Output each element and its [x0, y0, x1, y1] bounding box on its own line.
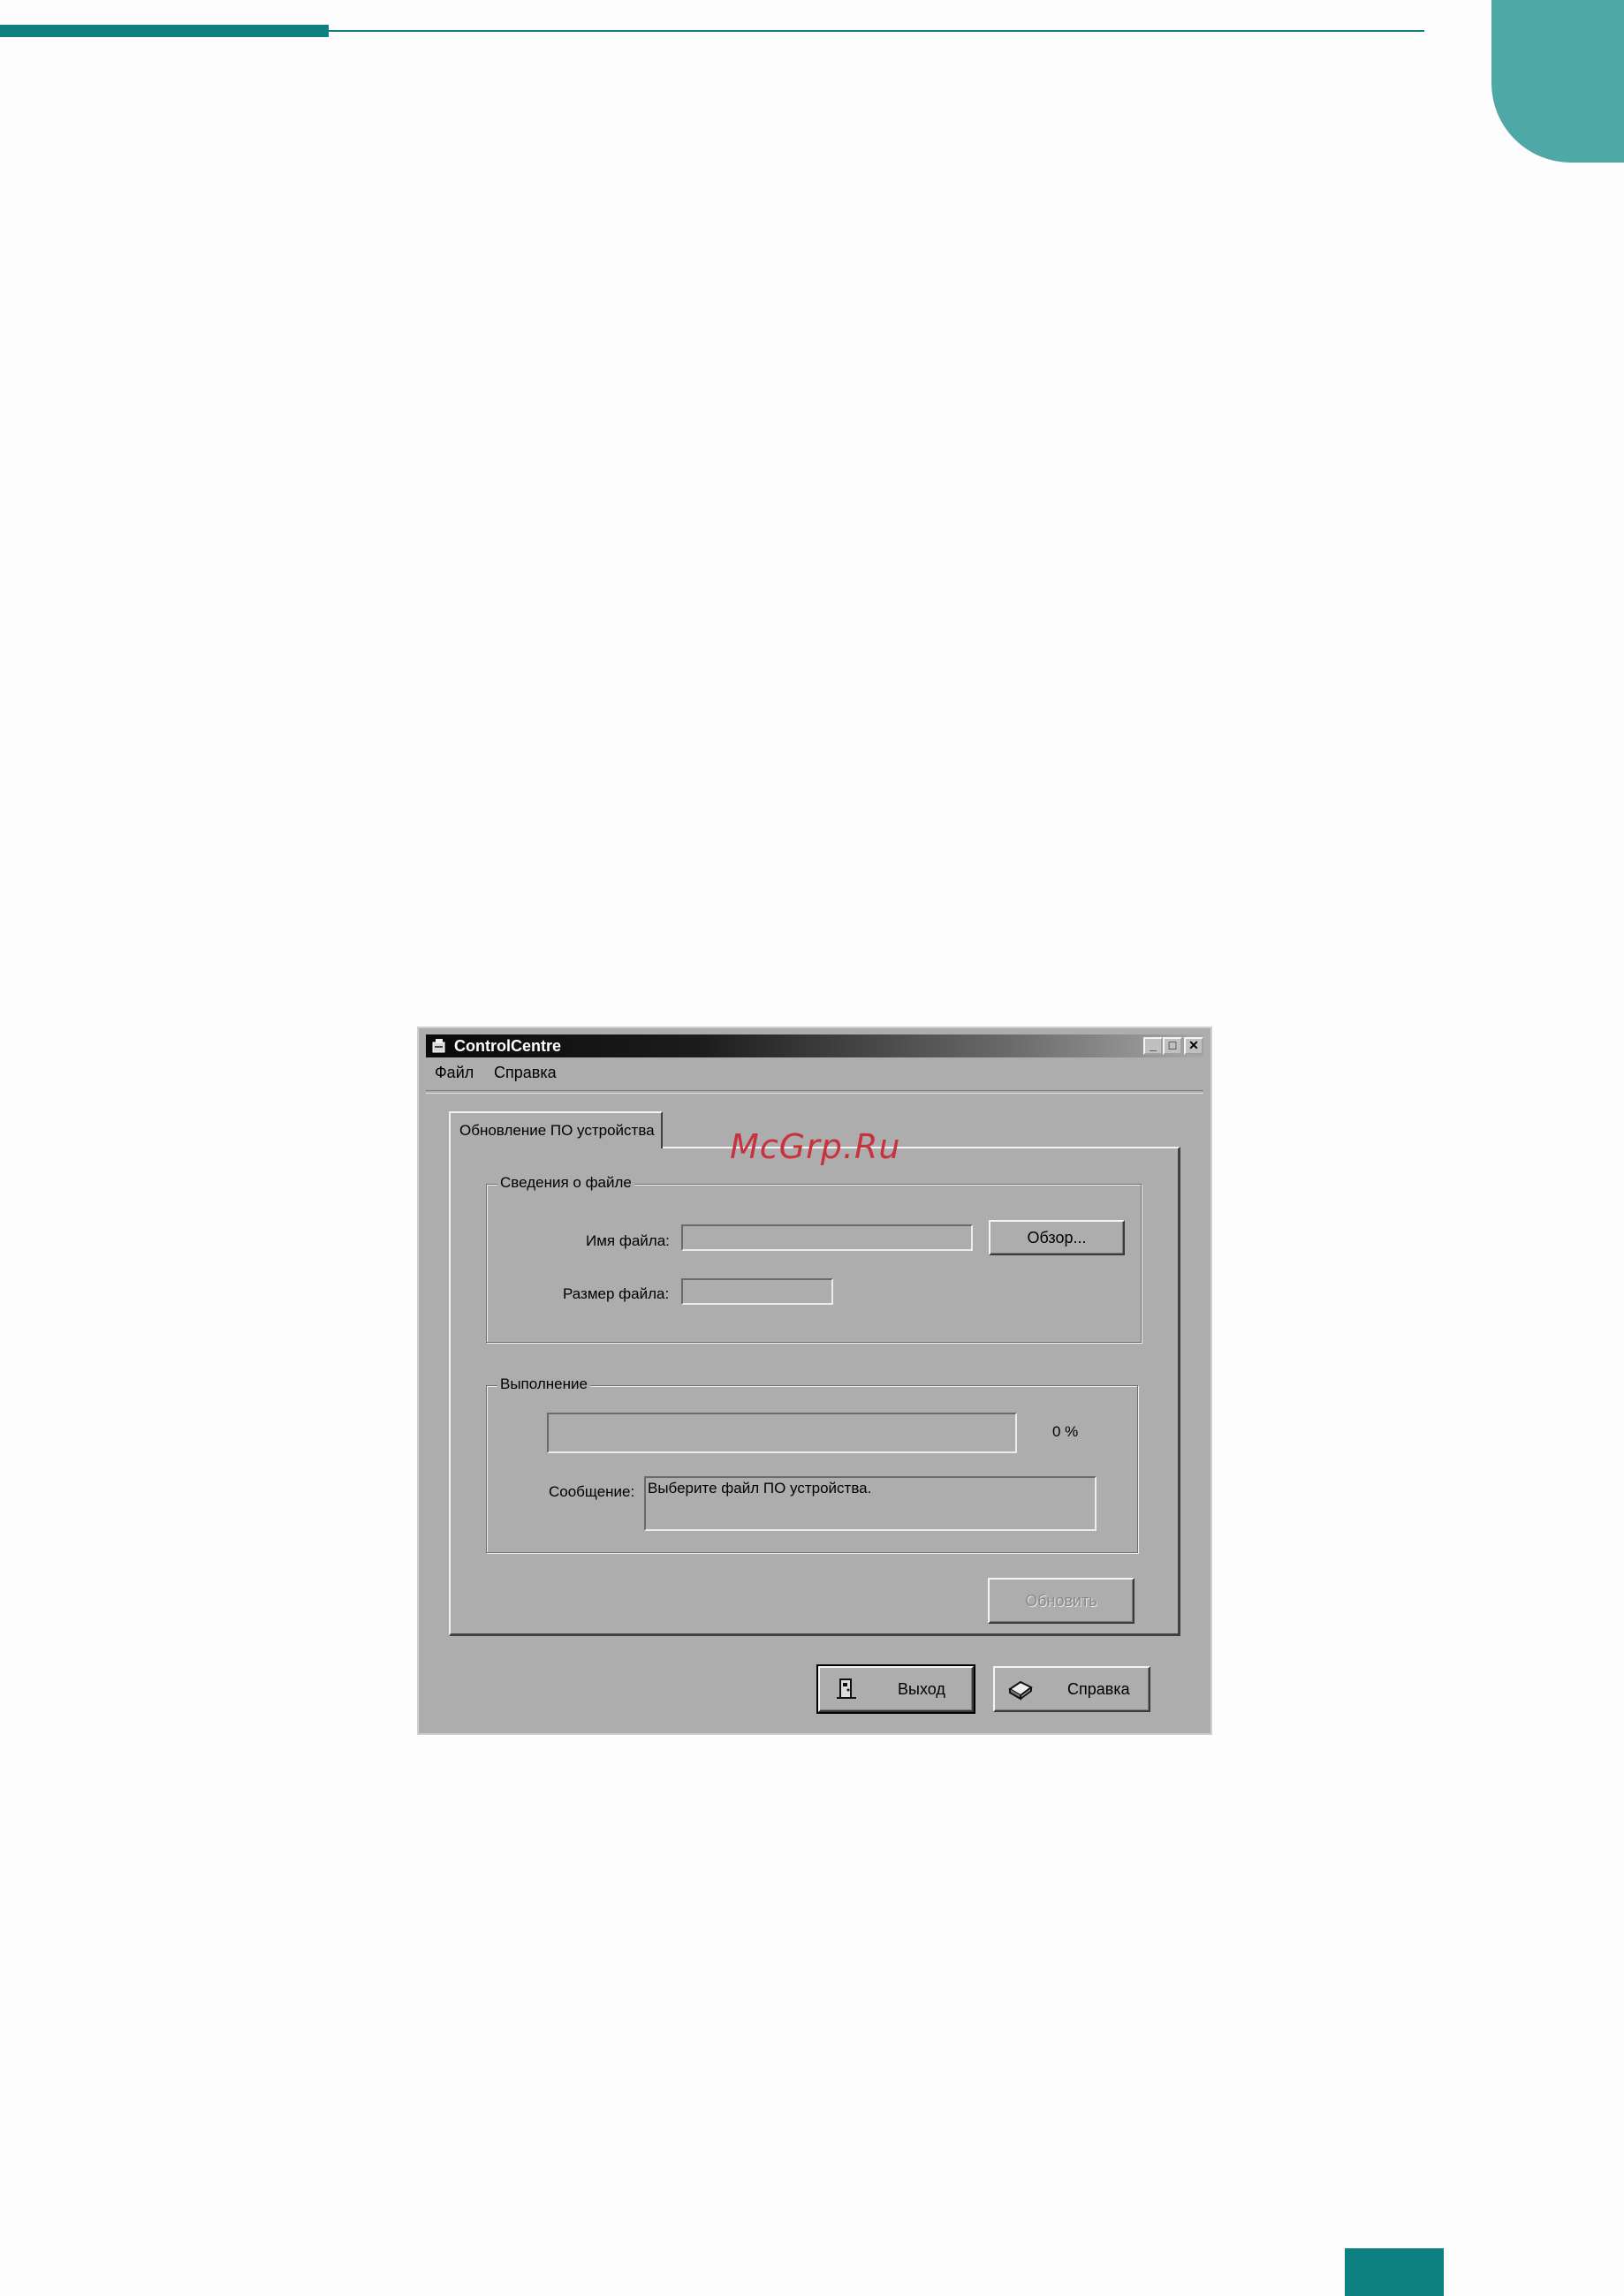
progress-percent: 0 % — [1052, 1423, 1079, 1440]
tab-firmware-update[interactable]: Обновление ПО устройства — [449, 1111, 663, 1148]
menu-help[interactable]: Справка — [494, 1064, 557, 1082]
window-title: ControlCentre — [454, 1037, 561, 1055]
title-bar[interactable]: ControlCentre _ □ ✕ — [426, 1034, 1203, 1057]
file-name-field[interactable] — [681, 1224, 973, 1251]
tab-label: Обновление ПО устройства — [459, 1122, 655, 1139]
help-button[interactable]: Справка — [993, 1666, 1150, 1712]
message-box: Выберите файл ПО устройства. — [644, 1476, 1097, 1531]
menu-bar: Файл Справка — [435, 1064, 573, 1085]
book-icon — [1008, 1680, 1033, 1701]
progress-bar — [547, 1413, 1017, 1453]
file-info-group-title: Сведения о файле — [497, 1174, 634, 1192]
exit-button[interactable]: Выход — [816, 1664, 975, 1714]
file-info-group: Сведения о файле Имя файла: Обзор... Раз… — [486, 1174, 1142, 1343]
file-size-field — [681, 1278, 833, 1305]
message-label: Сообщение: — [549, 1483, 635, 1500]
browse-button[interactable]: Обзор... — [989, 1220, 1125, 1255]
file-name-label: Имя файла: — [586, 1232, 670, 1249]
help-button-label: Справка — [1067, 1680, 1130, 1698]
close-button[interactable]: ✕ — [1184, 1037, 1203, 1055]
page-top-bar — [0, 25, 329, 37]
progress-group: Выполнение 0 % Сообщение: Выберите файл … — [486, 1375, 1138, 1553]
progress-group-title: Выполнение — [497, 1375, 590, 1393]
page-top-rule — [329, 30, 1424, 32]
app-icon — [432, 1039, 445, 1053]
page-bottom-block — [1345, 2248, 1444, 2296]
watermark: McGrp.Ru — [730, 1127, 901, 1166]
menu-file[interactable]: Файл — [435, 1064, 474, 1082]
exit-button-label: Выход — [898, 1680, 945, 1698]
minimize-button[interactable]: _ — [1143, 1037, 1163, 1055]
menu-separator — [426, 1090, 1203, 1094]
page-corner-tab — [1491, 0, 1624, 163]
file-size-label: Размер файла: — [563, 1285, 670, 1302]
update-button[interactable]: Обновить — [988, 1578, 1135, 1624]
tab-panel: Сведения о файле Имя файла: Обзор... Раз… — [449, 1147, 1180, 1636]
door-exit-icon — [837, 1678, 856, 1699]
maximize-button[interactable]: □ — [1163, 1037, 1182, 1055]
